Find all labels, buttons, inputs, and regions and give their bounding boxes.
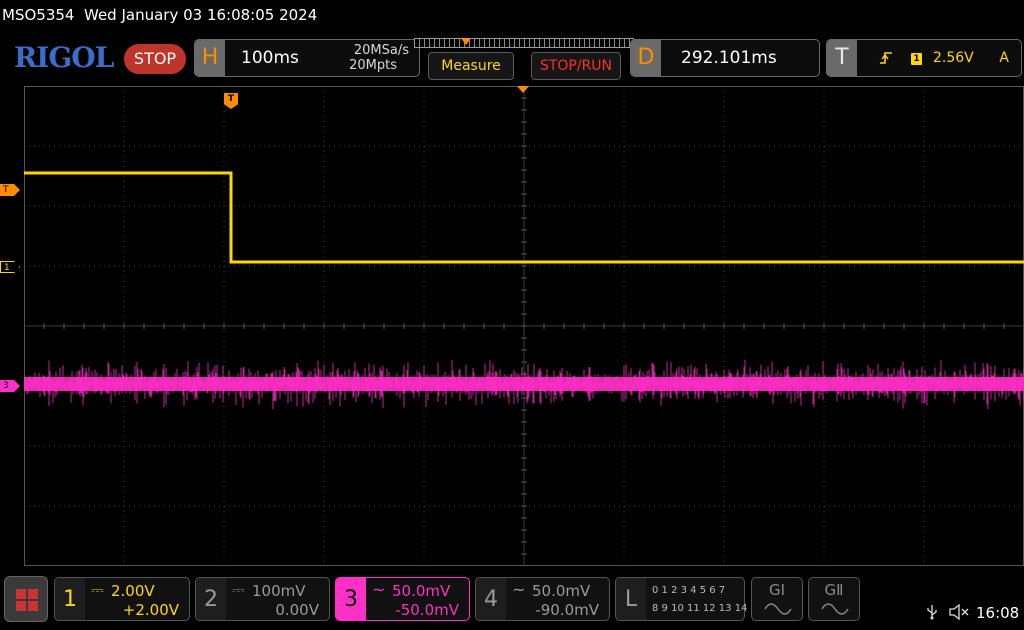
channel-2-box[interactable]: 2 ⎓ 100mV 0.00V xyxy=(195,577,330,621)
run-state-badge[interactable]: STOP xyxy=(124,44,186,74)
logic-analyzer-box[interactable]: L 0 1 2 3 4 5 6 7 8 9 10 11 12 13 14 15 xyxy=(615,577,763,621)
logic-channels-high: 8 9 10 11 12 13 14 15 xyxy=(652,603,764,614)
waveform-grid xyxy=(24,86,1024,566)
channel-1-scale: 2.00V xyxy=(111,582,155,600)
horizontal-timebase-box[interactable]: H 100ms 20MSa/s 20Mpts xyxy=(194,39,420,77)
ch1-offset-marker[interactable]: 1 xyxy=(0,261,20,273)
channel-1-box[interactable]: 1 ⎓ 2.00V +2.00V xyxy=(54,577,190,621)
generator-2-box[interactable]: GⅡ xyxy=(808,577,860,621)
channel-3-number: 3 xyxy=(336,578,366,620)
trigger-tag: T xyxy=(827,40,857,76)
horizontal-tag: H xyxy=(195,40,225,76)
model-label: MSO5354 xyxy=(2,6,75,24)
status-line: MSO5354 Wed January 03 16:08:05 2024 xyxy=(2,6,317,24)
rigol-logo: RIGOL xyxy=(14,41,114,74)
timebase-value: 100ms xyxy=(241,48,299,68)
clock: 16:08 xyxy=(976,604,1020,622)
center-position-marker xyxy=(517,86,529,93)
dc-coupling-icon: ⎓ xyxy=(232,580,245,599)
ac-coupling-icon: ~ xyxy=(512,580,526,599)
grid-menu-icon xyxy=(16,589,38,611)
measure-button[interactable]: Measure xyxy=(428,52,514,80)
rising-edge-icon xyxy=(879,50,893,70)
logic-analyzer-label: L xyxy=(616,578,646,620)
channel-4-box[interactable]: 4 ~ 50.0mV -90.0mV xyxy=(475,577,610,621)
stop-run-button[interactable]: STOP/RUN xyxy=(531,52,621,80)
channel-2-scale: 100mV xyxy=(252,582,306,600)
generator-1-label: GⅠ xyxy=(768,581,786,599)
memory-position-bar xyxy=(414,38,634,48)
ch3-waveform-core xyxy=(24,377,1024,391)
sine-wave-icon xyxy=(764,603,792,615)
channel-4-number: 4 xyxy=(476,578,506,620)
memory-position-marker xyxy=(461,38,471,45)
trigger-mode-value: A xyxy=(999,50,1009,66)
generator-1-box[interactable]: GⅠ xyxy=(751,577,803,621)
trigger-source-badge: 1 xyxy=(911,53,922,65)
trigger-level-value: 2.56V xyxy=(933,50,974,66)
trigger-level-marker[interactable]: T xyxy=(0,184,20,196)
channel-3-scale: 50.0mV xyxy=(392,582,451,600)
delay-box[interactable]: D 292.101ms xyxy=(630,39,820,77)
speaker-muted-icon[interactable] xyxy=(948,603,970,624)
dc-coupling-icon: ⎓ xyxy=(91,580,104,599)
channel-3-box[interactable]: 3 ~ 50.0mV -50.0mV xyxy=(335,577,470,621)
ac-coupling-icon: ~ xyxy=(372,580,386,599)
channel-2-offset: 0.00V xyxy=(275,601,319,619)
generator-2-label: GⅡ xyxy=(824,581,844,599)
channel-1-number: 1 xyxy=(55,578,85,620)
memory-depth-value: 20Mpts xyxy=(349,58,397,73)
channel-2-number: 2 xyxy=(196,578,226,620)
sample-rate-value: 20MSa/s xyxy=(353,43,409,58)
channel-4-scale: 50.0mV xyxy=(532,582,591,600)
channel-4-offset: -90.0mV xyxy=(535,601,599,619)
sine-wave-icon xyxy=(821,603,849,615)
datetime-label: Wed January 03 16:08:05 2024 xyxy=(84,6,318,24)
waveform-display[interactable] xyxy=(24,86,1024,566)
channel-1-offset: +2.00V xyxy=(122,601,179,619)
usb-icon xyxy=(926,604,938,624)
main-menu-button[interactable] xyxy=(4,576,48,622)
trigger-box[interactable]: T 1 2.56V A xyxy=(826,39,1022,77)
ch3-offset-marker[interactable]: 3 xyxy=(0,380,20,392)
channel-3-offset: -50.0mV xyxy=(395,601,459,619)
logic-channels-low: 0 1 2 3 4 5 6 7 xyxy=(652,585,726,596)
delay-tag: D xyxy=(631,40,661,76)
delay-value: 292.101ms xyxy=(681,48,777,68)
